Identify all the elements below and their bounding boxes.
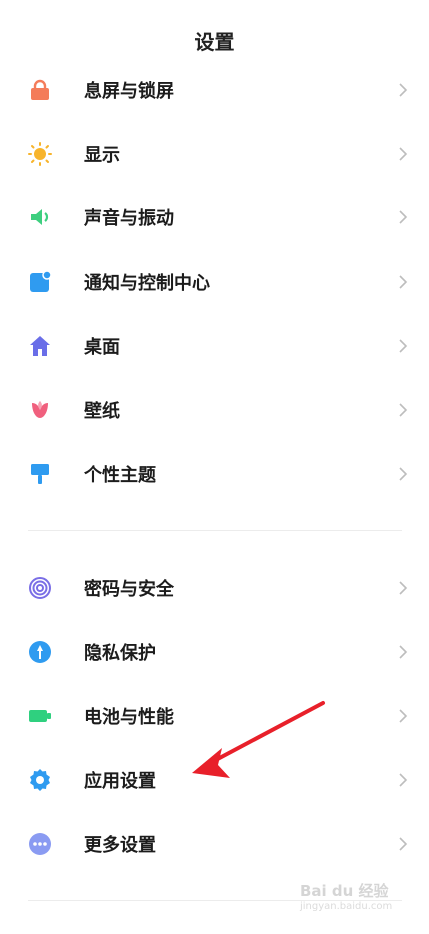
settings-item-label: 应用设置 [84,771,156,792]
settings-item-lock-screen[interactable]: 息屏与锁屏 [0,65,429,115]
settings-item-sound[interactable]: 声音与振动 [0,192,429,242]
settings-item-password-security[interactable]: 密码与安全 [0,563,429,613]
chevron-right-icon [397,402,409,418]
chevron-right-icon [397,274,409,290]
settings-item-label: 桌面 [84,337,120,358]
chevron-right-icon [397,836,409,852]
chevron-right-icon [397,772,409,788]
speaker-icon [28,205,52,229]
privacy-shield-icon [28,640,52,664]
chevron-right-icon [397,338,409,354]
settings-item-app-settings[interactable]: 应用设置 [0,755,429,805]
chevron-right-icon [397,209,409,225]
settings-item-themes[interactable]: 个性主题 [0,449,429,499]
chevron-right-icon [397,644,409,660]
settings-item-label: 隐私保护 [84,643,156,664]
watermark-sub: jingyan.baidu.com [300,901,393,912]
battery-icon [28,704,52,728]
settings-item-label: 电池与性能 [84,707,174,728]
settings-item-desktop[interactable]: 桌面 [0,321,429,371]
settings-item-wallpaper[interactable]: 壁纸 [0,385,429,435]
settings-item-notifications[interactable]: 通知与控制中心 [0,257,429,307]
chevron-right-icon [397,82,409,98]
chevron-right-icon [397,580,409,596]
baidu-watermark: Bai du 经验 jingyan.baidu.com [300,880,420,930]
gear-icon [28,768,52,792]
settings-item-display[interactable]: 显示 [0,129,429,179]
chevron-right-icon [397,708,409,724]
more-dots-icon [28,832,52,856]
settings-item-label: 通知与控制中心 [84,273,210,294]
watermark-text: Bai du 经验 [300,882,389,900]
settings-item-more-settings[interactable]: 更多设置 [0,819,429,869]
settings-item-label: 更多设置 [84,835,156,856]
sun-icon [28,142,52,166]
settings-item-label: 密码与安全 [84,579,174,600]
brush-icon [28,462,52,486]
settings-item-privacy[interactable]: 隐私保护 [0,627,429,677]
tulip-icon [28,398,52,422]
settings-item-battery[interactable]: 电池与性能 [0,691,429,741]
settings-item-label: 息屏与锁屏 [84,81,174,102]
settings-item-label: 声音与振动 [84,208,174,229]
section-divider [28,530,402,531]
chevron-right-icon [397,146,409,162]
settings-item-label: 壁纸 [84,401,120,422]
page-title: 设置 [194,30,235,54]
settings-item-label: 显示 [84,145,120,166]
fingerprint-icon [28,576,52,600]
chevron-right-icon [397,466,409,482]
notification-icon [28,270,52,294]
lock-icon [28,78,52,102]
home-icon [28,334,52,358]
settings-item-label: 个性主题 [84,465,156,486]
